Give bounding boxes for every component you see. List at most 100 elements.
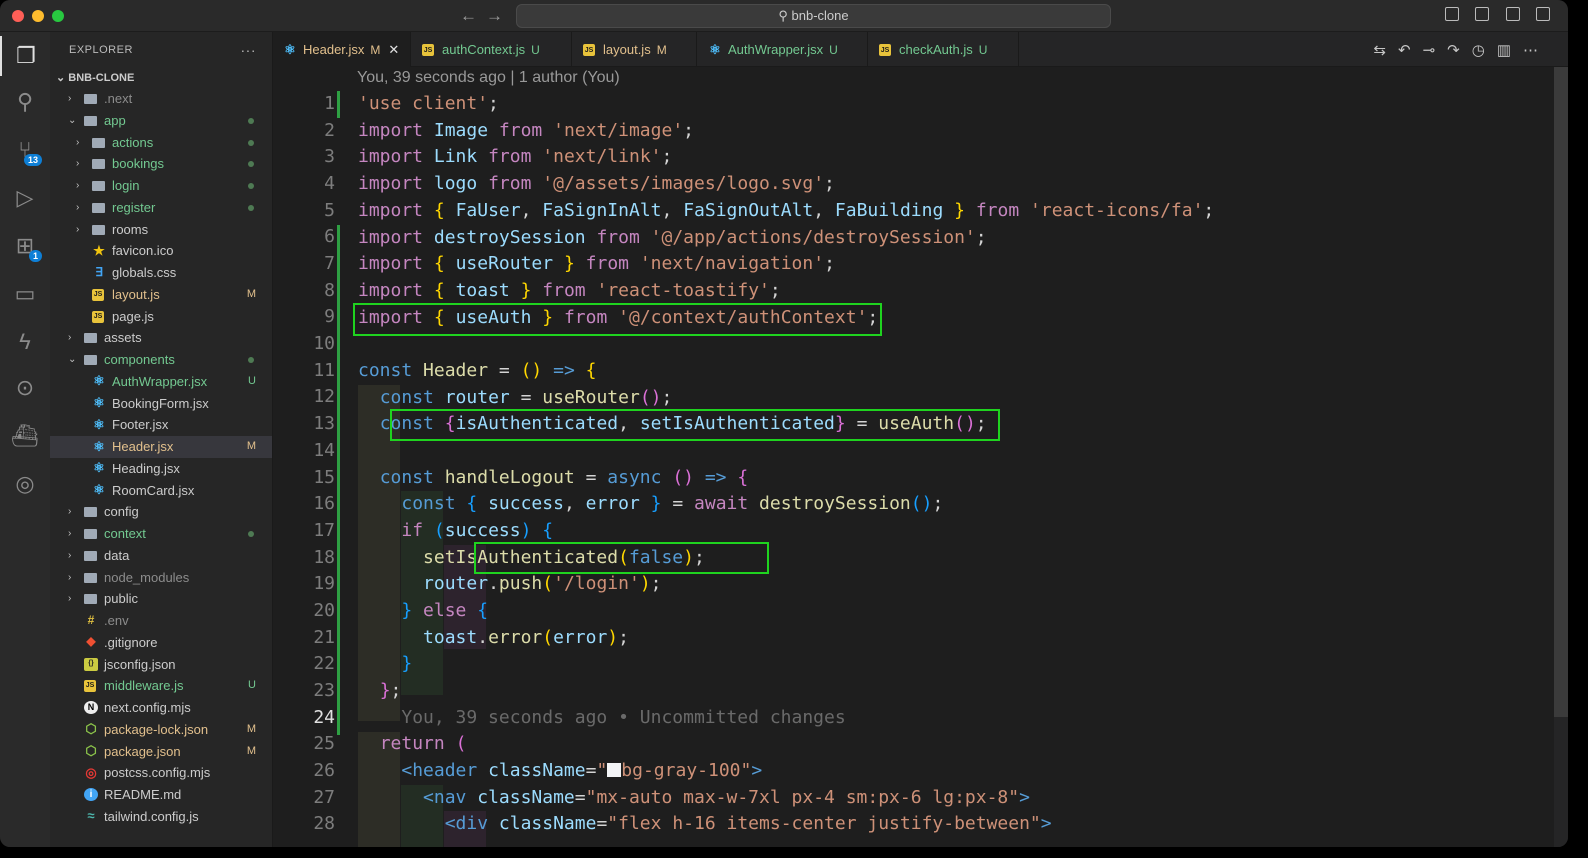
tree-item[interactable]: # .env	[50, 610, 272, 632]
maximize-window-button[interactable]	[52, 10, 64, 22]
more-actions-icon[interactable]: ···	[241, 32, 257, 68]
tree-item[interactable]: JS page.js	[50, 306, 272, 328]
tree-item[interactable]: › node_modules	[50, 567, 272, 589]
remote-explorer-icon[interactable]: ▭	[0, 274, 50, 314]
highlight-useauth-destructure	[390, 409, 1000, 441]
close-icon[interactable]: ✕	[388, 42, 399, 57]
line-number: 17	[313, 519, 335, 541]
tree-item[interactable]: › bookings	[50, 153, 272, 175]
tree-item[interactable]: {} jsconfig.json	[50, 654, 272, 676]
source-control-icon[interactable]: ⑂ 13	[0, 130, 50, 170]
line-number: 8	[324, 279, 335, 301]
search-view-icon[interactable]: ⚲	[0, 82, 50, 122]
chevron-right-icon: ›	[76, 158, 80, 170]
timeline-icon[interactable]: ◷	[1472, 42, 1497, 59]
tree-item[interactable]: ≈ tailwind.config.js	[50, 806, 272, 828]
toggle-panel-icon[interactable]	[1475, 7, 1490, 21]
line-number: 15	[313, 466, 335, 488]
run-debug-icon[interactable]: ▷	[0, 178, 50, 218]
back-arrow-icon[interactable]: ←	[460, 6, 486, 26]
editor-tab[interactable]: JS checkAuth.js U	[869, 32, 1019, 67]
tree-item[interactable]: Nnext.config.mjs	[50, 697, 272, 719]
tree-item[interactable]: JS layout.js M	[50, 284, 272, 306]
tree-item-label: package-lock.json	[104, 721, 209, 737]
tree-item[interactable]: ⌄ components	[50, 349, 272, 371]
tree-item[interactable]: › context	[50, 523, 272, 545]
react-icon: ⚛	[93, 438, 105, 454]
star-icon: ★	[93, 242, 105, 258]
tree-item[interactable]: › login	[50, 175, 272, 197]
tree-item[interactable]: i README.md	[50, 784, 272, 806]
tree-item-label: public	[104, 591, 138, 607]
tree-item-label: favicon.ico	[112, 243, 174, 259]
tree-item[interactable]: › register	[50, 197, 272, 219]
compare-icon[interactable]: ⇆	[1373, 42, 1398, 59]
tree-item[interactable]: ⚛ AuthWrapper.jsx U	[50, 371, 272, 393]
scrollbar-thumb[interactable]	[1554, 67, 1568, 717]
vertical-scrollbar[interactable]	[1554, 67, 1568, 847]
code-line-3: import Link from 'next/link';	[358, 146, 673, 167]
tab-label: AuthWrapper.jsx	[728, 42, 824, 57]
folder-icon	[84, 507, 97, 518]
tree-item-label: .gitignore	[104, 634, 158, 650]
line-number: 24	[313, 706, 335, 728]
customize-layout-icon[interactable]	[1536, 7, 1550, 21]
commit-icon[interactable]: ⊸	[1423, 42, 1448, 59]
tree-item[interactable]: › actions	[50, 132, 272, 154]
command-center-search[interactable]: ⚲ bnb-clone	[516, 4, 1111, 28]
chevron-right-icon: ›	[76, 201, 80, 213]
line-number: 14	[313, 439, 335, 461]
tree-item[interactable]: ⚛ Footer.jsx	[50, 414, 272, 436]
explorer-icon[interactable]: ❐	[0, 36, 50, 76]
git-graph-icon[interactable]: ⊙	[0, 368, 50, 408]
tree-item[interactable]: › data	[50, 545, 272, 567]
tree-item[interactable]: › config	[50, 501, 272, 523]
code-line-22: }	[401, 653, 413, 674]
docker-icon[interactable]: ⛴	[0, 416, 50, 456]
folder-icon	[84, 529, 97, 539]
editor-tab[interactable]: JS authContext.js U	[412, 32, 572, 67]
tree-item[interactable]: › .next	[50, 88, 272, 110]
tree-item-label: context	[104, 526, 146, 541]
lightning-icon[interactable]: ϟ	[0, 322, 50, 362]
line-number: 20	[313, 599, 335, 621]
editor-tab[interactable]: ⚛ Header.jsx M ✕	[273, 32, 411, 67]
minimize-window-button[interactable]	[32, 10, 44, 22]
tree-item[interactable]: ⬡ package-lock.json M	[50, 719, 272, 741]
tree-item[interactable]: ⌄ app	[50, 110, 272, 132]
go-forward-icon[interactable]: ↷	[1447, 42, 1472, 59]
tree-item[interactable]: › assets	[50, 327, 272, 349]
line-number: 10	[313, 333, 335, 355]
close-window-button[interactable]	[12, 10, 24, 22]
info-icon: i	[84, 788, 98, 801]
tree-item[interactable]: ⬡ package.json M	[50, 741, 272, 763]
toggle-sidebar-icon[interactable]	[1444, 7, 1459, 21]
blame-codelens[interactable]: You, 39 seconds ago | 1 author (You)	[357, 69, 620, 87]
tree-item[interactable]: ∃ globals.css	[50, 262, 272, 284]
editor-tab[interactable]: ⚛ AuthWrapper.jsx U	[698, 32, 868, 67]
toggle-secondary-sidebar-icon[interactable]	[1505, 7, 1520, 21]
tree-item[interactable]: ⚛ RoomCard.jsx	[50, 480, 272, 502]
editor-tab[interactable]: JS layout.js M	[573, 32, 697, 67]
tree-item[interactable]: › rooms	[50, 219, 272, 241]
line-number: 22	[313, 653, 335, 675]
folder-icon	[84, 572, 97, 583]
tree-item[interactable]: ⚛ Header.jsx M	[50, 436, 272, 458]
tree-item[interactable]: ★ favicon.ico	[50, 240, 272, 262]
workspace-root[interactable]: ⌄ BNB-CLONE	[50, 68, 272, 88]
tree-item[interactable]: ⚛ Heading.jsx	[50, 458, 272, 480]
forward-arrow-icon[interactable]: →	[486, 6, 512, 26]
split-editor-icon[interactable]: ▥	[1497, 42, 1523, 59]
code-line-2: import Image from 'next/image';	[358, 120, 694, 141]
go-back-icon[interactable]: ↶	[1398, 42, 1423, 59]
code-editor[interactable]: You, 39 seconds ago | 1 author (You) 123…	[273, 67, 1568, 847]
tree-item[interactable]: ⚛ BookingForm.jsx	[50, 393, 272, 415]
tree-item[interactable]: ◎ postcss.config.mjs	[50, 762, 272, 784]
extensions-icon[interactable]: ⊞ 1	[0, 226, 50, 266]
gitlens-icon[interactable]: ◎	[0, 464, 50, 504]
tree-item[interactable]: JS middleware.js U	[50, 675, 272, 697]
folder-icon	[84, 115, 97, 126]
tree-item[interactable]: ◆ .gitignore	[50, 632, 272, 654]
tree-item[interactable]: › public	[50, 588, 272, 610]
more-icon[interactable]: ⋯	[1523, 42, 1550, 59]
